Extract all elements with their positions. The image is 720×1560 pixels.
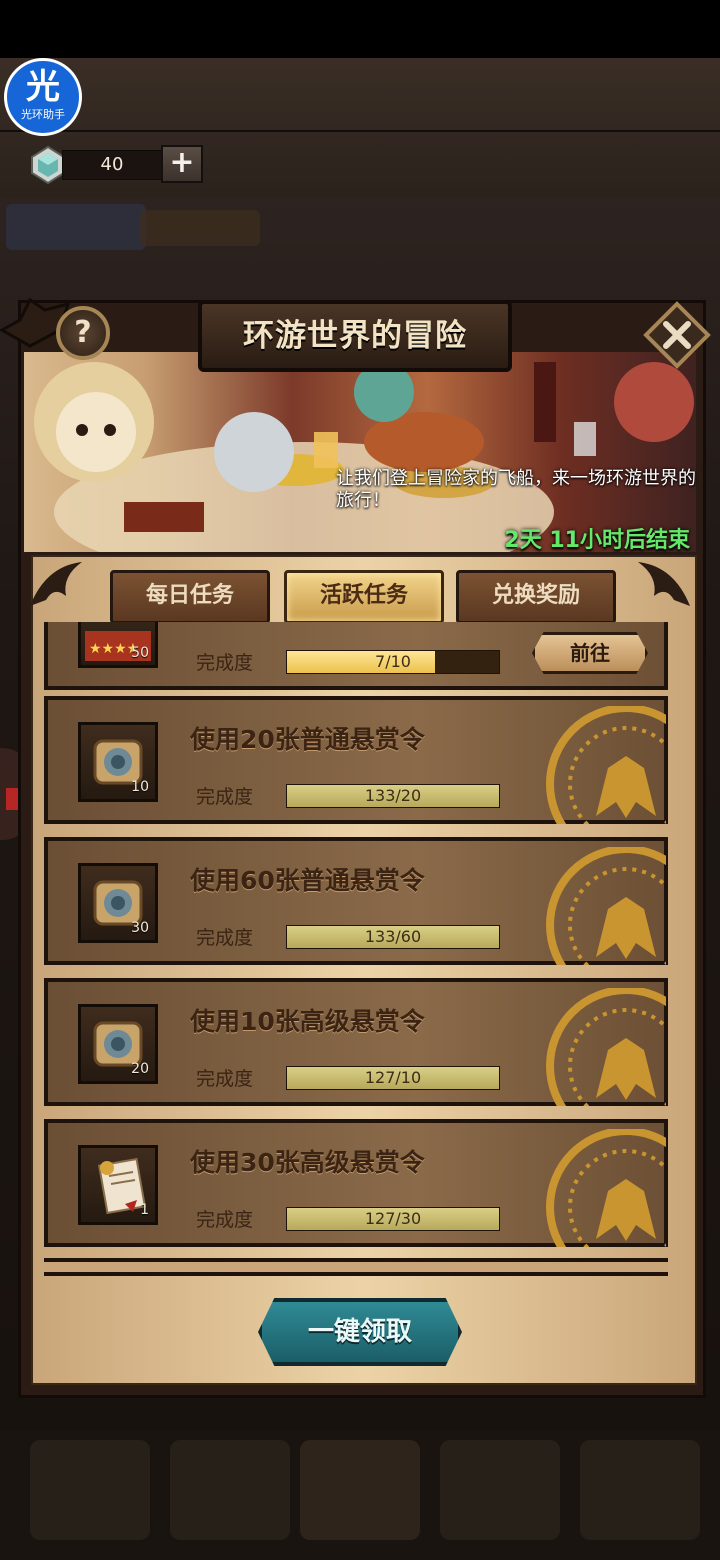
- bottom-nav: [0, 1430, 720, 1560]
- assistant-overlay-badge[interactable]: 光 光环助手: [4, 58, 82, 136]
- list-end-rail: [44, 1258, 668, 1276]
- progress-bar: 133/20: [286, 784, 500, 808]
- nav-slot[interactable]: [440, 1440, 560, 1540]
- tab-active-tasks[interactable]: 活跃任务: [284, 570, 444, 624]
- claim-all-button[interactable]: 一键领取: [258, 1298, 462, 1366]
- task-card: 10 使用20张普通悬赏令 完成度 133/20: [44, 696, 668, 824]
- assistant-badge-glyph: 光: [26, 67, 60, 107]
- progress-bar: 7/10: [286, 650, 500, 674]
- assistant-badge-caption: 光环助手: [21, 108, 65, 121]
- task-title: 使用60张普通悬赏令: [190, 866, 425, 895]
- tab-ornament-icon: [30, 562, 82, 606]
- progress-text: 133/20: [364, 786, 422, 805]
- nav-slot[interactable]: [170, 1440, 290, 1540]
- progress-text: 127/30: [364, 1209, 422, 1228]
- tab-ornament-icon: [638, 562, 690, 606]
- add-gems-button[interactable]: +: [161, 145, 203, 183]
- progress-label: 完成度: [196, 927, 254, 949]
- task-tabs: 每日任务 活跃任务 兑换奖励: [30, 556, 694, 624]
- reward-quantity: 20: [131, 1061, 149, 1077]
- progress-text: 127/10: [364, 1068, 422, 1087]
- claim-stamp-icon[interactable]: [536, 1129, 666, 1247]
- progress-bar: 127/30: [286, 1207, 500, 1231]
- close-icon: [643, 301, 711, 369]
- event-countdown: 2天 11小时后结束: [504, 528, 690, 553]
- panel-title-plate: 环游世界的冒险: [198, 300, 512, 372]
- task-card: 30 使用60张普通悬赏令 完成度 133/60: [44, 837, 668, 965]
- reward-quantity: 10: [131, 779, 149, 795]
- panel-title: 环游世界的冒险: [243, 318, 467, 354]
- reward-item[interactable]: 30: [78, 863, 158, 943]
- claim-stamp-icon[interactable]: [536, 847, 666, 965]
- task-title: 使用30张高级悬赏令: [190, 1148, 425, 1177]
- task-card: 1 使用30张高级悬赏令 完成度 127/30: [44, 1119, 668, 1247]
- close-button[interactable]: [642, 300, 712, 370]
- reward-item[interactable]: 20: [78, 1004, 158, 1084]
- task-title: 使用20张普通悬赏令: [190, 725, 425, 754]
- task-list[interactable]: ★★★★ 50 完成度 7/10 前往 10 使用20张普通悬赏令 完成度 13…: [44, 622, 668, 1278]
- nav-slot[interactable]: [30, 1440, 150, 1540]
- nav-slot[interactable]: [580, 1440, 700, 1540]
- reward-item[interactable]: ★★★★ 50: [78, 622, 158, 668]
- nav-slot[interactable]: [300, 1440, 420, 1540]
- claim-stamp-icon[interactable]: [536, 706, 666, 824]
- reward-quantity: 1: [140, 1202, 149, 1218]
- task-card: ★★★★ 50 完成度 7/10 前往: [44, 622, 668, 690]
- reward-item[interactable]: 1: [78, 1145, 158, 1225]
- banner-description: 让我们登上冒险家的飞船，来一场环游世界的旅行！: [336, 468, 696, 511]
- claim-stamp-icon[interactable]: [536, 988, 666, 1106]
- task-title: 使用10张高级悬赏令: [190, 1007, 425, 1036]
- task-card: 20 使用10张高级悬赏令 完成度 127/10: [44, 978, 668, 1106]
- status-bar: [0, 0, 720, 58]
- progress-text: 133/60: [364, 927, 422, 946]
- go-button[interactable]: 前往: [532, 632, 648, 674]
- progress-text: 7/10: [375, 652, 411, 671]
- tab-daily-tasks[interactable]: 每日任务: [110, 570, 270, 624]
- progress-label: 完成度: [196, 786, 254, 808]
- progress-bar: 133/60: [286, 925, 500, 949]
- progress-label: 完成度: [196, 652, 254, 674]
- tab-exchange-rewards[interactable]: 兑换奖励: [456, 570, 616, 624]
- reward-quantity: 50: [131, 645, 149, 661]
- help-button[interactable]: ?: [56, 306, 110, 360]
- reward-quantity: 30: [131, 920, 149, 936]
- progress-label: 完成度: [196, 1209, 254, 1231]
- gem-count: 40: [62, 150, 162, 180]
- progress-bar: 127/10: [286, 1066, 500, 1090]
- progress-label: 完成度: [196, 1068, 254, 1090]
- reward-item[interactable]: 10: [78, 722, 158, 802]
